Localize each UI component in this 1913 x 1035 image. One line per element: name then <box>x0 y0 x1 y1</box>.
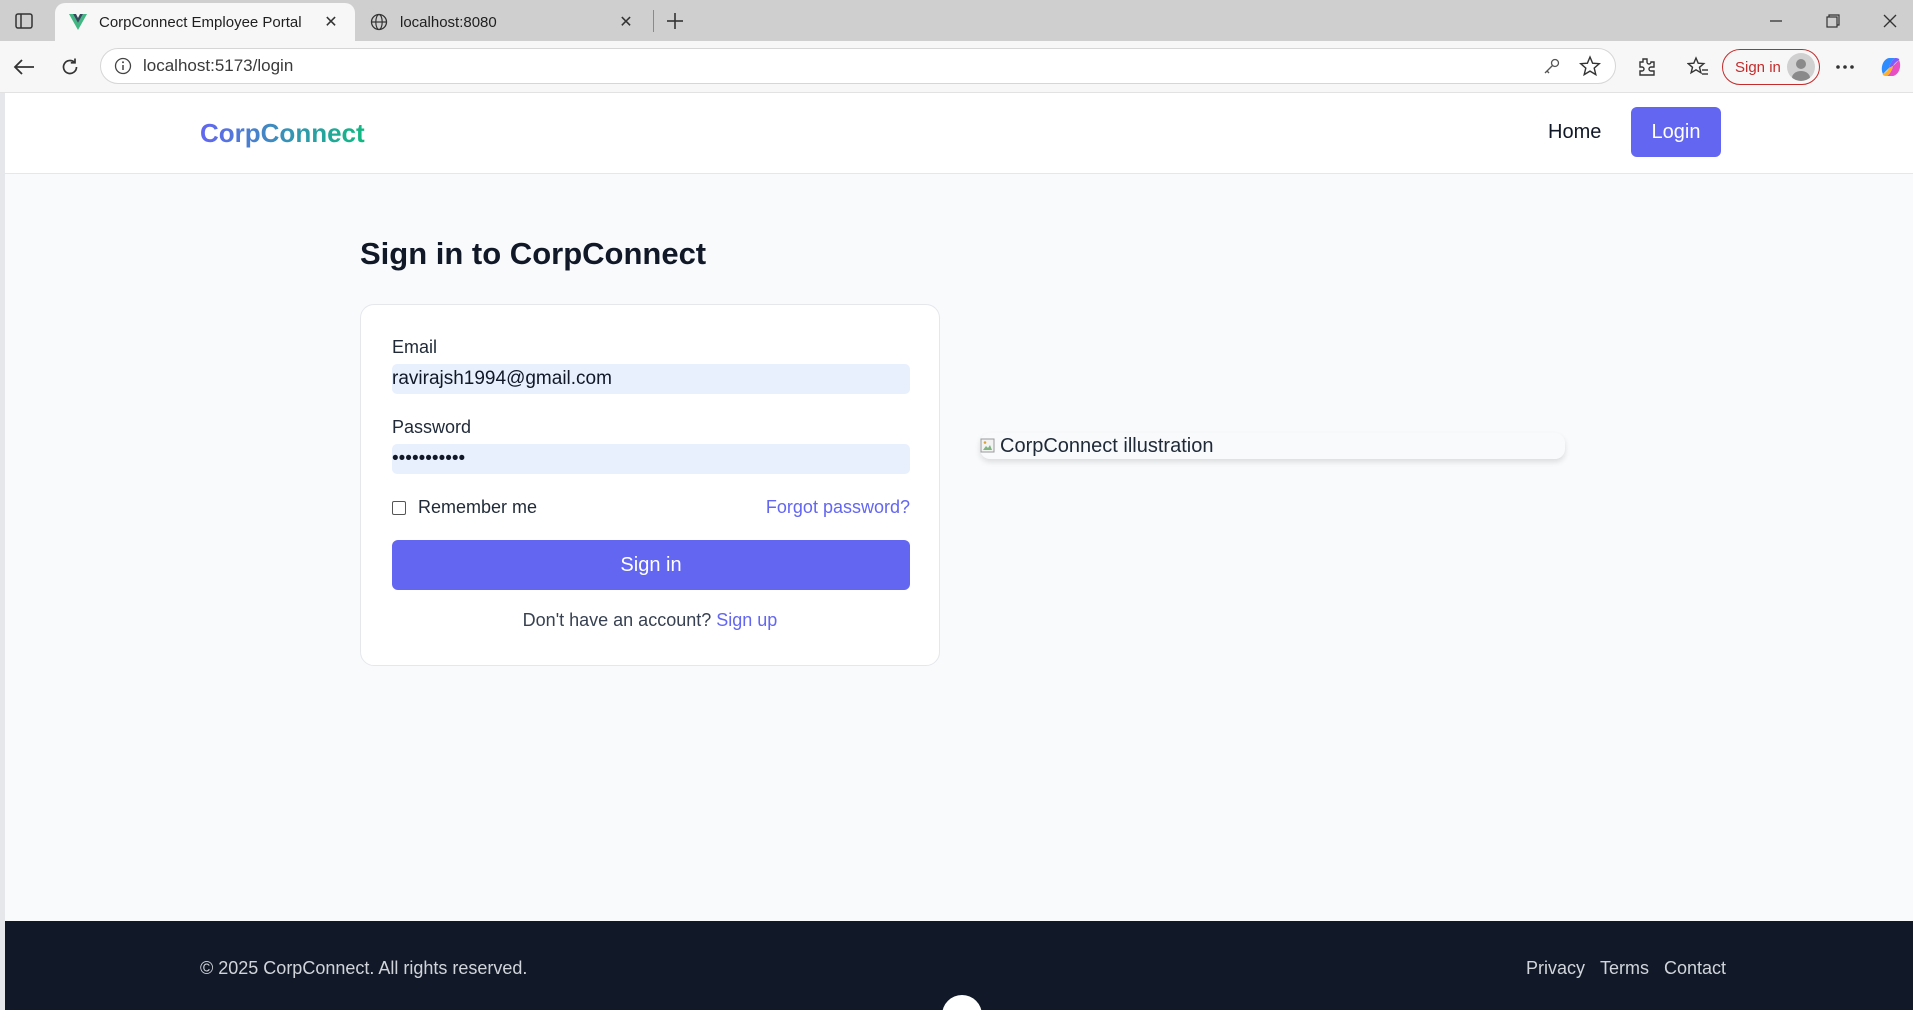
url-text: localhost:5173/login <box>143 56 294 75</box>
close-window-icon[interactable] <box>1876 8 1904 34</box>
profile-signin-button[interactable]: Sign in <box>1722 49 1820 85</box>
browser-tab-bar: CorpConnect Employee Portal ✕ localhost:… <box>0 0 1913 41</box>
close-tab-icon[interactable]: ✕ <box>616 12 636 32</box>
footer-link-terms[interactable]: Terms <box>1600 958 1649 979</box>
floating-widget-button[interactable] <box>942 995 982 1035</box>
extensions-icon[interactable] <box>1632 53 1660 81</box>
remember-me[interactable]: Remember me <box>392 497 537 518</box>
nav-home-link[interactable]: Home <box>1548 121 1601 144</box>
vue-logo-icon <box>69 13 87 31</box>
password-label: Password <box>392 417 472 437</box>
email-label: Email <box>392 337 438 357</box>
tab-title: localhost:8080 <box>400 13 497 31</box>
password-field[interactable]: ••••••••••• <box>392 444 910 474</box>
broken-image-icon <box>980 437 998 455</box>
globe-icon <box>370 13 388 31</box>
restore-icon[interactable] <box>1819 8 1847 34</box>
tab-title: CorpConnect Employee Portal <box>99 13 302 31</box>
tab-separator <box>653 10 654 32</box>
avatar <box>1787 53 1815 81</box>
illustration-alt-text: CorpConnect illustration <box>1000 434 1214 457</box>
browser-tab-inactive[interactable]: localhost:8080 ✕ <box>356 3 650 41</box>
key-icon[interactable] <box>1539 53 1565 79</box>
page-viewport: CorpConnect Home Login Sign in to CorpCo… <box>0 93 1913 1035</box>
new-tab-icon[interactable] <box>662 8 688 34</box>
sign-up-link[interactable]: Sign up <box>716 610 777 630</box>
remember-me-checkbox[interactable] <box>392 500 406 515</box>
close-tab-icon[interactable]: ✕ <box>321 12 341 32</box>
favorite-star-icon[interactable] <box>1577 53 1603 79</box>
more-options-icon[interactable] <box>1831 53 1859 81</box>
minimize-icon[interactable] <box>1762 8 1790 34</box>
address-bar[interactable]: localhost:5173/login <box>100 48 1616 84</box>
refresh-icon[interactable] <box>56 53 84 81</box>
site-footer: © 2025 CorpConnect. All rights reserved.… <box>5 921 1913 1035</box>
signup-prompt: Don't have an account? Sign up <box>361 610 939 631</box>
profile-signin-label: Sign in <box>1735 58 1781 76</box>
tab-actions-icon[interactable] <box>12 10 36 32</box>
sign-in-button[interactable]: Sign in <box>392 540 910 590</box>
browser-tab-active[interactable]: CorpConnect Employee Portal ✕ <box>55 3 355 41</box>
forgot-password-link[interactable]: Forgot password? <box>766 497 910 518</box>
site-info-icon[interactable] <box>113 56 133 76</box>
site-header: CorpConnect Home Login <box>5 93 1913 174</box>
copilot-icon[interactable] <box>1877 53 1905 81</box>
copyright-text: © 2025 CorpConnect. All rights reserved. <box>200 958 528 978</box>
signup-prompt-text: Don't have an account? <box>522 610 712 630</box>
email-field[interactable]: ravirajsh1994@gmail.com <box>392 364 910 394</box>
footer-link-contact[interactable]: Contact <box>1664 958 1726 979</box>
favorites-icon[interactable] <box>1684 53 1712 81</box>
illustration-image: CorpConnect illustration <box>980 433 1565 459</box>
brand-logo[interactable]: CorpConnect <box>200 118 365 149</box>
browser-toolbar: localhost:5173/login Sign in <box>0 41 1913 93</box>
login-card: Email ravirajsh1994@gmail.com Password •… <box>360 304 940 666</box>
nav-login-button[interactable]: Login <box>1631 107 1721 157</box>
remember-me-label: Remember me <box>418 497 538 517</box>
back-icon[interactable] <box>10 53 38 81</box>
page-title: Sign in to CorpConnect <box>360 236 707 271</box>
footer-link-privacy[interactable]: Privacy <box>1526 958 1585 979</box>
